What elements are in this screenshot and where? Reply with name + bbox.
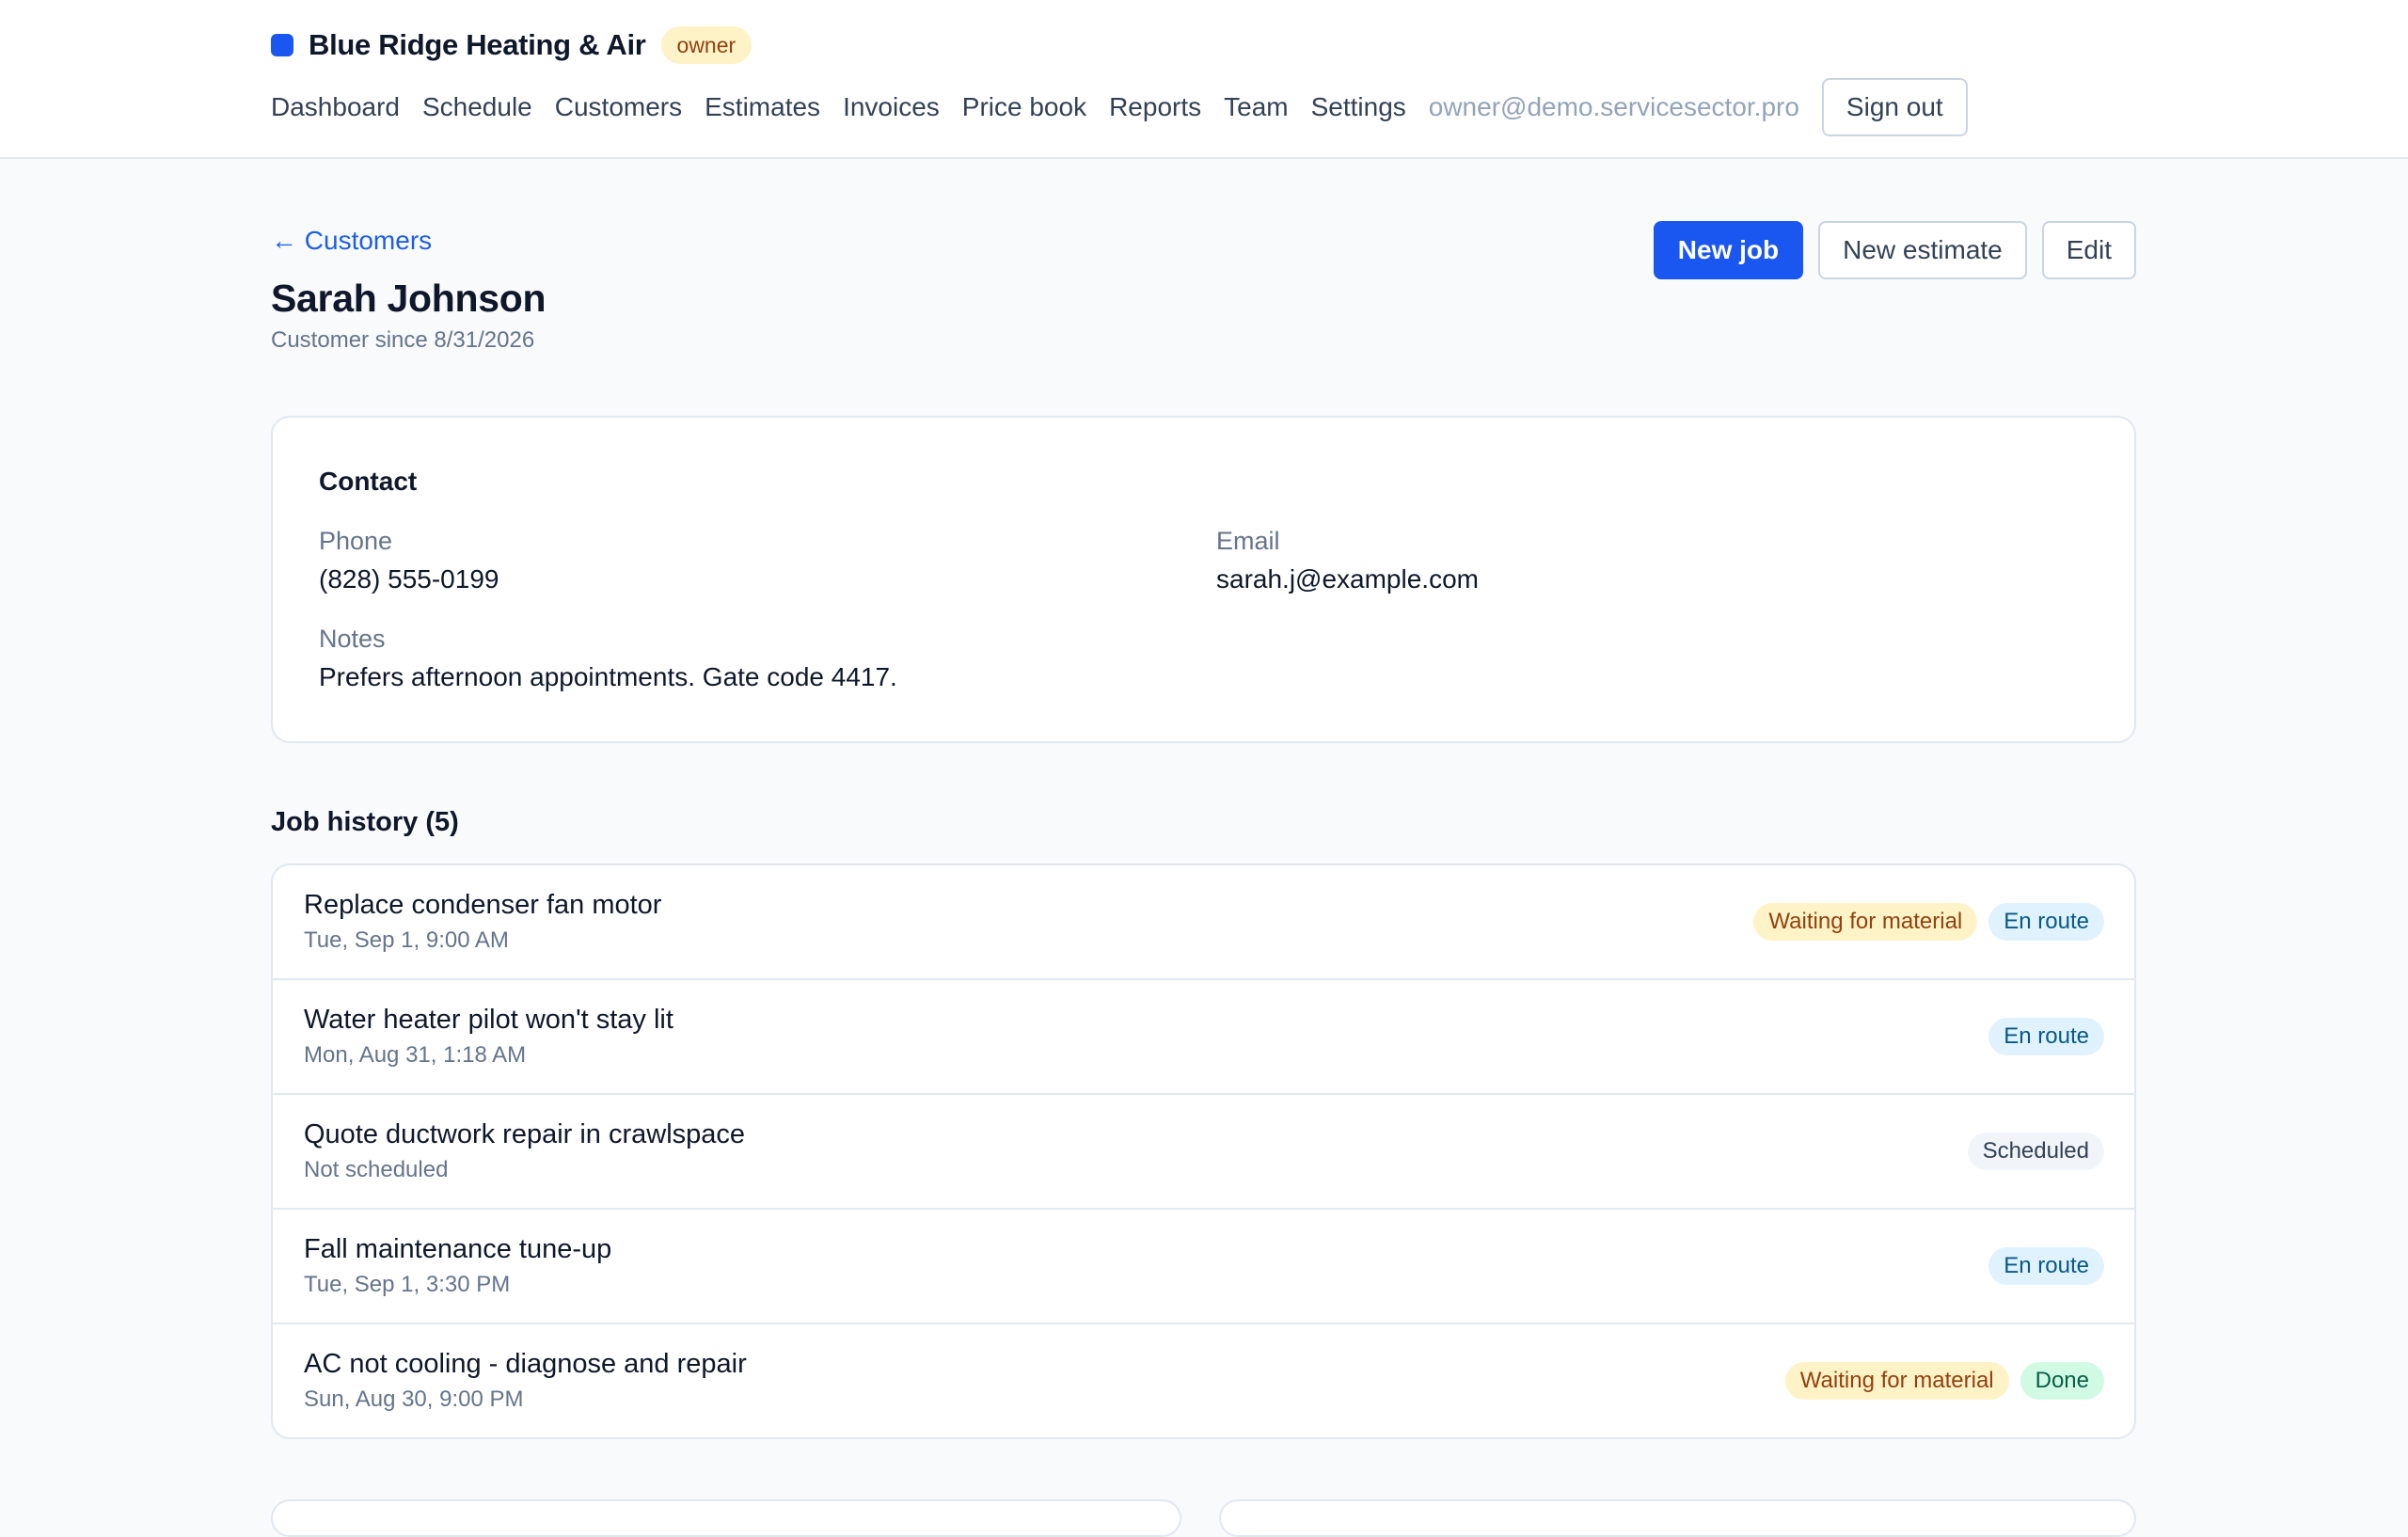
job-time: Tue, Sep 1, 3:30 PM	[304, 1272, 511, 1297]
brand-logo-icon	[271, 34, 293, 56]
job-row[interactable]: Water heater pilot won't stay lit Mon, A…	[273, 980, 2134, 1095]
lower-right-card	[1219, 1499, 2136, 1537]
job-time: Mon, Aug 31, 1:18 AM	[304, 1042, 527, 1068]
job-title: Quote ductwork repair in crawlspace	[304, 1119, 746, 1149]
status-badge: En route	[1988, 1018, 2104, 1055]
job-time: Not scheduled	[304, 1157, 449, 1182]
nav-reports[interactable]: Reports	[1109, 92, 1201, 122]
lower-left-card	[271, 1499, 1181, 1537]
job-history-list: Replace condenser fan motor Tue, Sep 1, …	[271, 864, 2136, 1439]
job-title: Water heater pilot won't stay lit	[304, 1005, 673, 1035]
notes-label: Notes	[319, 625, 386, 653]
contact-title: Contact	[319, 467, 418, 496]
back-to-customers-link[interactable]: ← Customers	[271, 226, 432, 256]
job-title: Replace condenser fan motor	[304, 890, 662, 920]
phone-label: Phone	[319, 527, 393, 555]
status-badge: Done	[2020, 1362, 2104, 1400]
job-title: AC not cooling - diagnose and repair	[304, 1349, 747, 1379]
job-status-badges: Waiting for material Done	[1784, 1362, 2104, 1400]
status-badge: Waiting for material	[1753, 903, 1978, 941]
notes-value: Prefers afternoon appointments. Gate cod…	[319, 662, 897, 691]
main-nav: Dashboard Schedule Customers Estimates I…	[271, 78, 1968, 136]
top-header: Blue Ridge Heating & Air owner Dashboard…	[0, 0, 2408, 159]
job-history-title: Job history (5)	[271, 807, 459, 837]
nav-price-book[interactable]: Price book	[962, 92, 1086, 122]
sign-out-button[interactable]: Sign out	[1821, 78, 1968, 136]
user-email: owner@demo.servicesector.pro	[1428, 92, 1799, 121]
role-badge: owner	[660, 26, 752, 64]
job-status-badges: Waiting for material En route	[1753, 903, 2104, 941]
edit-button[interactable]: Edit	[2041, 221, 2136, 279]
email-value: sarah.j@example.com	[1216, 564, 1479, 594]
job-status-badges: En route	[1988, 1018, 2104, 1055]
job-row[interactable]: Replace condenser fan motor Tue, Sep 1, …	[273, 865, 2134, 980]
job-row[interactable]: AC not cooling - diagnose and repair Sun…	[273, 1324, 2134, 1437]
phone-value: (828) 555-0199	[319, 564, 499, 594]
new-estimate-button[interactable]: New estimate	[1818, 221, 2027, 279]
new-job-button[interactable]: New job	[1653, 221, 1804, 279]
email-label: Email	[1216, 527, 1280, 555]
nav-estimates[interactable]: Estimates	[705, 92, 820, 122]
job-title: Fall maintenance tune-up	[304, 1234, 612, 1264]
status-badge: En route	[1988, 903, 2104, 941]
job-row[interactable]: Quote ductwork repair in crawlspace Not …	[273, 1095, 2134, 1210]
nav-schedule[interactable]: Schedule	[422, 92, 532, 122]
job-status-badges: Scheduled	[1967, 1133, 2104, 1170]
job-time: Tue, Sep 1, 9:00 AM	[304, 927, 509, 953]
job-status-badges: En route	[1988, 1247, 2104, 1285]
brand: Blue Ridge Heating & Air owner	[271, 26, 752, 64]
nav-team[interactable]: Team	[1224, 92, 1288, 122]
contact-card: Contact Phone (828) 555-0199 Email sarah…	[271, 416, 2136, 743]
status-badge: Waiting for material	[1784, 1362, 2009, 1400]
job-row[interactable]: Fall maintenance tune-up Tue, Sep 1, 3:3…	[273, 1210, 2134, 1324]
nav-invoices[interactable]: Invoices	[843, 92, 940, 122]
brand-name: Blue Ridge Heating & Air	[309, 28, 646, 61]
status-badge: En route	[1988, 1247, 2104, 1285]
page-title: Sarah Johnson	[271, 277, 547, 320]
nav-dashboard[interactable]: Dashboard	[271, 92, 400, 122]
customer-since: Customer since 8/31/2026	[271, 327, 535, 353]
job-time: Sun, Aug 30, 9:00 PM	[304, 1386, 524, 1412]
nav-customers[interactable]: Customers	[555, 92, 682, 122]
page-actions: New job New estimate Edit	[1653, 221, 2136, 279]
nav-settings[interactable]: Settings	[1311, 92, 1406, 122]
status-badge: Scheduled	[1967, 1133, 2104, 1170]
